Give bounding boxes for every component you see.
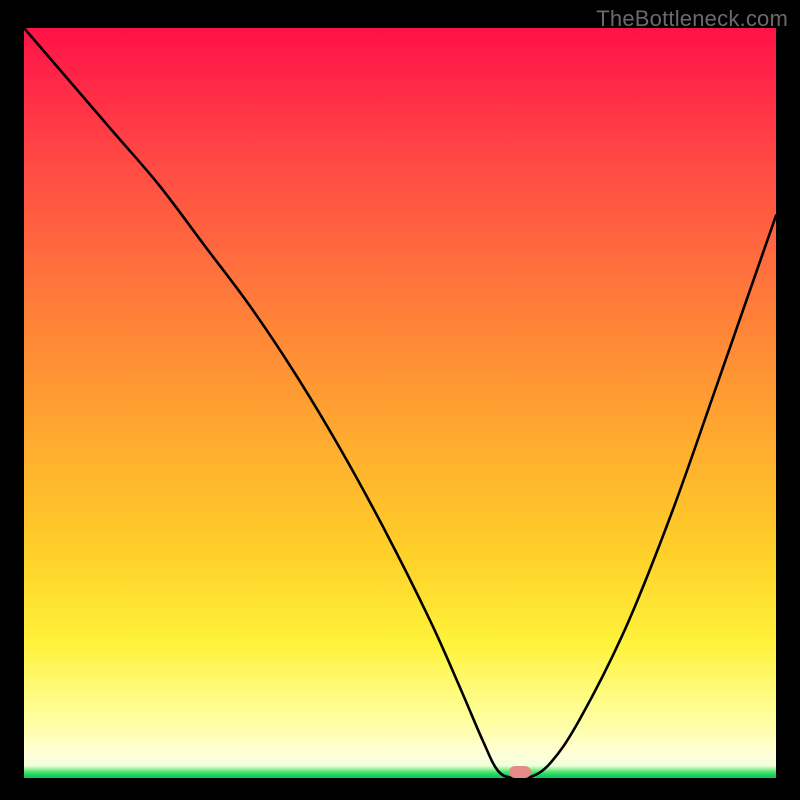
watermark-text: TheBottleneck.com <box>596 6 788 32</box>
plot-area <box>24 28 776 778</box>
optimum-marker <box>509 766 531 778</box>
chart-frame: TheBottleneck.com <box>0 0 800 800</box>
bottleneck-curve <box>24 28 776 778</box>
